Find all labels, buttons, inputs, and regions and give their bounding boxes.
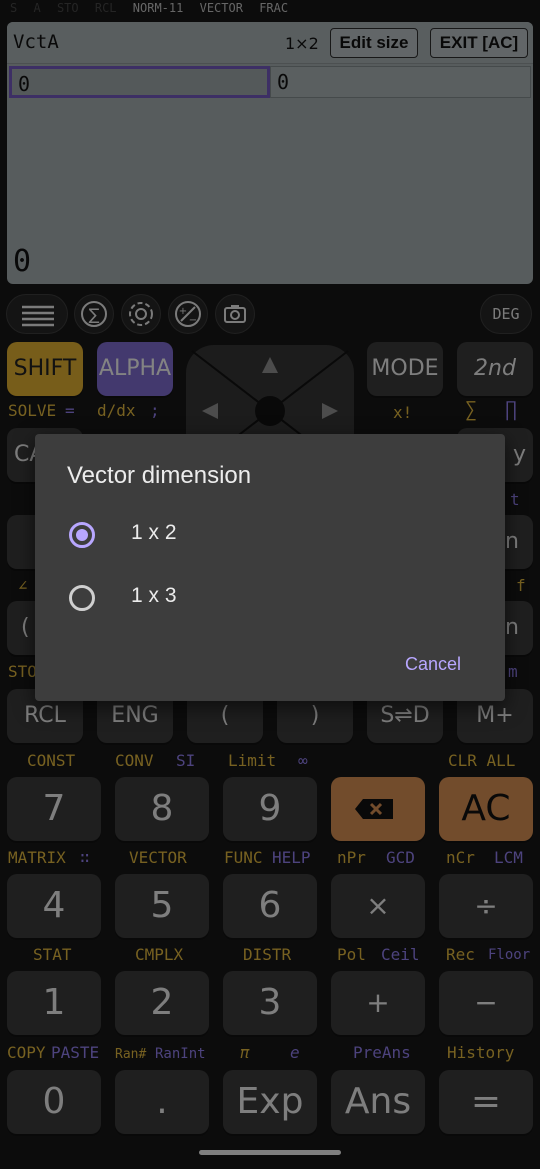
vector-dimension-dialog: Vector dimension 1 x 2 1 x 3 Cancel: [35, 434, 505, 701]
dimension-option-1x3[interactable]: 1 x 3: [35, 569, 505, 625]
radio-selected-icon[interactable]: [69, 522, 95, 548]
radio-unselected-icon[interactable]: [69, 585, 95, 611]
calculator-app: S A STO RCL NORM-11 VECTOR FRAC VctA 1×2…: [0, 0, 540, 1169]
cancel-button[interactable]: Cancel: [405, 654, 461, 675]
option-label: 1 x 3: [131, 584, 177, 607]
option-label: 1 x 2: [131, 521, 177, 544]
dialog-title: Vector dimension: [67, 462, 252, 489]
dimension-option-1x2[interactable]: 1 x 2: [35, 506, 505, 562]
